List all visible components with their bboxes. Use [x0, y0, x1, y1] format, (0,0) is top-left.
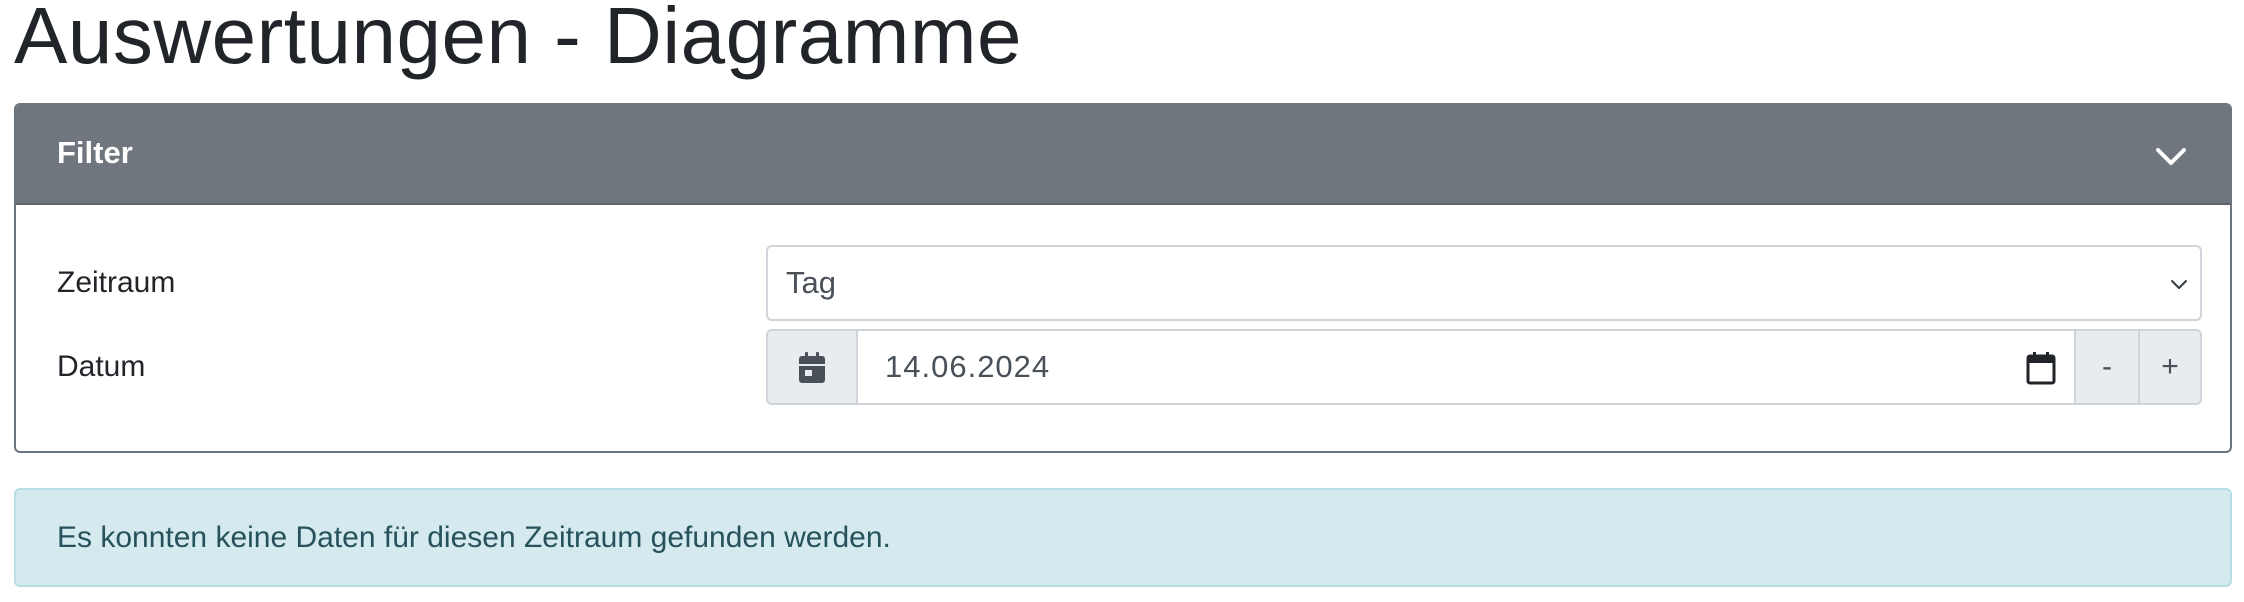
zeitraum-label: Zeitraum	[57, 266, 176, 299]
page-title: Auswertungen - Diagramme	[14, 0, 1022, 80]
decrement-date-button[interactable]: -	[2074, 331, 2138, 403]
datum-input[interactable]: 14.06.2024	[885, 349, 1050, 385]
filter-card-header[interactable]: Filter	[16, 105, 2230, 205]
datum-input-group: 14.06.2024 - +	[766, 329, 2202, 405]
no-data-alert: Es konnten keine Daten für diesen Zeitra…	[14, 488, 2232, 587]
calendar-prepend	[768, 331, 858, 403]
chevron-down-icon[interactable]	[2154, 139, 2188, 173]
increment-date-button[interactable]: +	[2138, 331, 2200, 403]
datum-label: Datum	[57, 350, 146, 383]
zeitraum-select[interactable]: Tag	[766, 245, 2202, 321]
filter-card: Filter Zeitraum Tag Datum 14.06.2024 - +	[14, 103, 2232, 453]
date-picker-icon[interactable]	[2025, 351, 2057, 385]
filter-title: Filter	[57, 135, 133, 170]
select-caret-icon	[2171, 280, 2187, 289]
zeitraum-selected-value: Tag	[786, 265, 836, 300]
alert-message: Es konnten keine Daten für diesen Zeitra…	[57, 521, 891, 554]
calendar-icon	[799, 352, 825, 383]
